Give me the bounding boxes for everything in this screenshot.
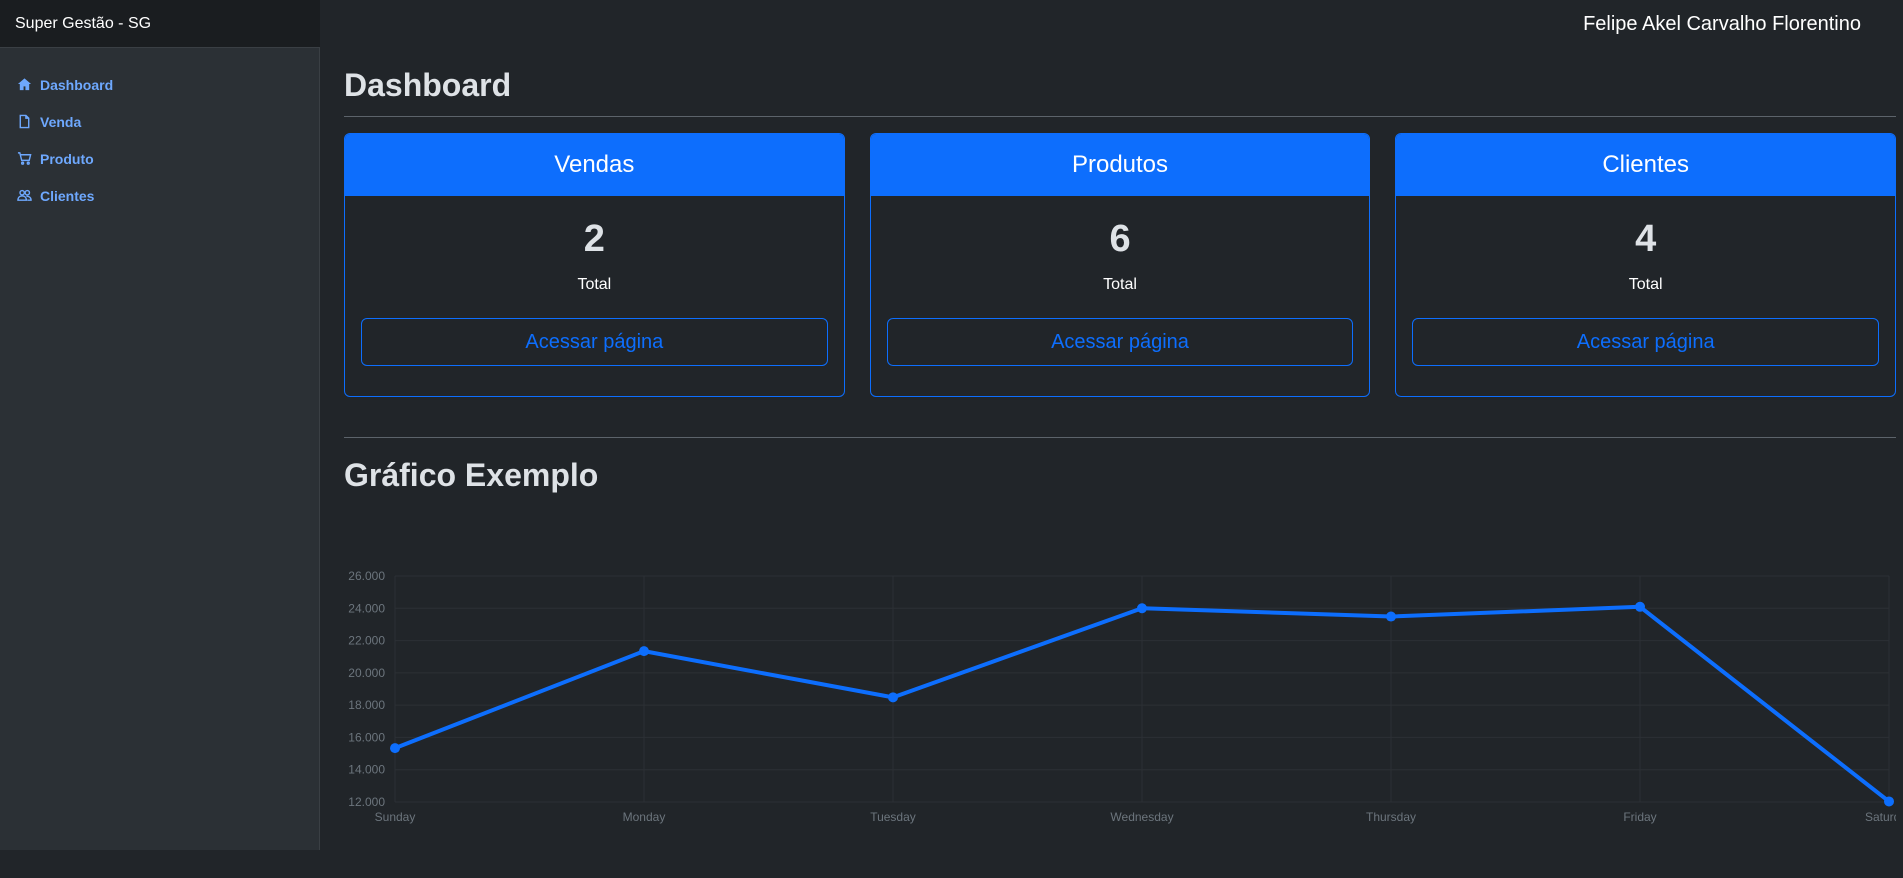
sidebar-item-venda[interactable]: Venda [0, 103, 319, 140]
data-point [888, 692, 898, 703]
card-title: Vendas [345, 134, 844, 196]
people-icon [17, 189, 32, 201]
y-tick-label: 24.000 [348, 601, 385, 615]
divider [344, 116, 1896, 117]
card-title: Clientes [1396, 134, 1896, 196]
sidebar-item-label: Dashboard [40, 76, 114, 93]
user-name[interactable]: Felipe Akel Carvalho Florentino [1583, 13, 1861, 36]
x-tick-label: Sunday [375, 810, 416, 824]
x-tick-label: Tuesday [870, 810, 916, 824]
x-tick-label: Friday [1623, 810, 1656, 824]
sidebar-item-clientes[interactable]: Clientes [0, 177, 319, 214]
cart-icon [17, 152, 32, 165]
sidebar-item-produto[interactable]: Produto [0, 140, 319, 177]
card-value: 2 [583, 218, 605, 260]
data-point [390, 743, 400, 754]
open-clientes-button[interactable]: Acessar página [1412, 318, 1880, 366]
open-produtos-button[interactable]: Acessar página [886, 318, 1354, 366]
data-point [1635, 601, 1645, 612]
x-tick-label: Monday [623, 810, 666, 824]
y-tick-label: 26.000 [348, 569, 385, 583]
card-vendas: Vendas 2 Total Acessar página [344, 133, 845, 397]
topbar: Felipe Akel Carvalho Florentino [320, 0, 1903, 48]
data-point [639, 646, 649, 657]
chart-svg: 12.000 14.000 16.000 18.000 20.000 22.000 24.0… [348, 569, 1896, 824]
brand-title[interactable]: Super Gestão - SG [0, 0, 320, 48]
y-tick-label: 16.000 [348, 730, 385, 744]
card-clientes: Clientes 4 Total Acessar página [1395, 133, 1897, 397]
sidebar-item-label: Clientes [40, 187, 95, 204]
main-content: Dashboard Vendas 2 Total Acessar página … [344, 48, 1897, 824]
card-caption: Total [577, 276, 612, 293]
y-tick-label: 12.000 [348, 795, 385, 809]
x-tick-label: Thursday [1366, 810, 1416, 824]
y-tick-label: 20.000 [348, 666, 385, 680]
data-point [1137, 603, 1147, 614]
summary-cards: Vendas 2 Total Acessar página Produtos 6… [344, 133, 1897, 397]
sidebar-item-label: Produto [40, 150, 94, 167]
x-tick-label: Wednesday [1110, 810, 1173, 824]
card-value: 4 [1635, 218, 1657, 260]
card-caption: Total [1103, 276, 1137, 293]
data-point [1884, 796, 1894, 807]
sidebar: Dashboard Venda Produto Clientes [0, 48, 320, 850]
y-tick-label: 14.000 [348, 763, 385, 777]
chart-title: Gráfico Exemplo [344, 457, 599, 493]
divider [344, 437, 1896, 438]
page-title: Dashboard [344, 67, 512, 103]
y-tick-label: 18.000 [348, 698, 385, 712]
x-tick-label: Saturday [1865, 810, 1896, 824]
home-icon [17, 78, 32, 91]
card-produtos: Produtos 6 Total Acessar página [869, 133, 1371, 397]
card-title: Produtos [870, 134, 1370, 196]
line-chart: 12.000 14.000 16.000 18.000 20.000 22.000 24.0… [344, 517, 1896, 878]
file-icon [19, 114, 30, 129]
data-point [1386, 611, 1396, 622]
card-value: 6 [1109, 218, 1131, 260]
open-vendas-button[interactable]: Acessar página [361, 318, 828, 366]
sidebar-item-dashboard[interactable]: Dashboard [0, 66, 319, 103]
card-caption: Total [1628, 276, 1663, 293]
sidebar-item-label: Venda [40, 113, 82, 130]
y-tick-label: 22.000 [348, 634, 385, 648]
